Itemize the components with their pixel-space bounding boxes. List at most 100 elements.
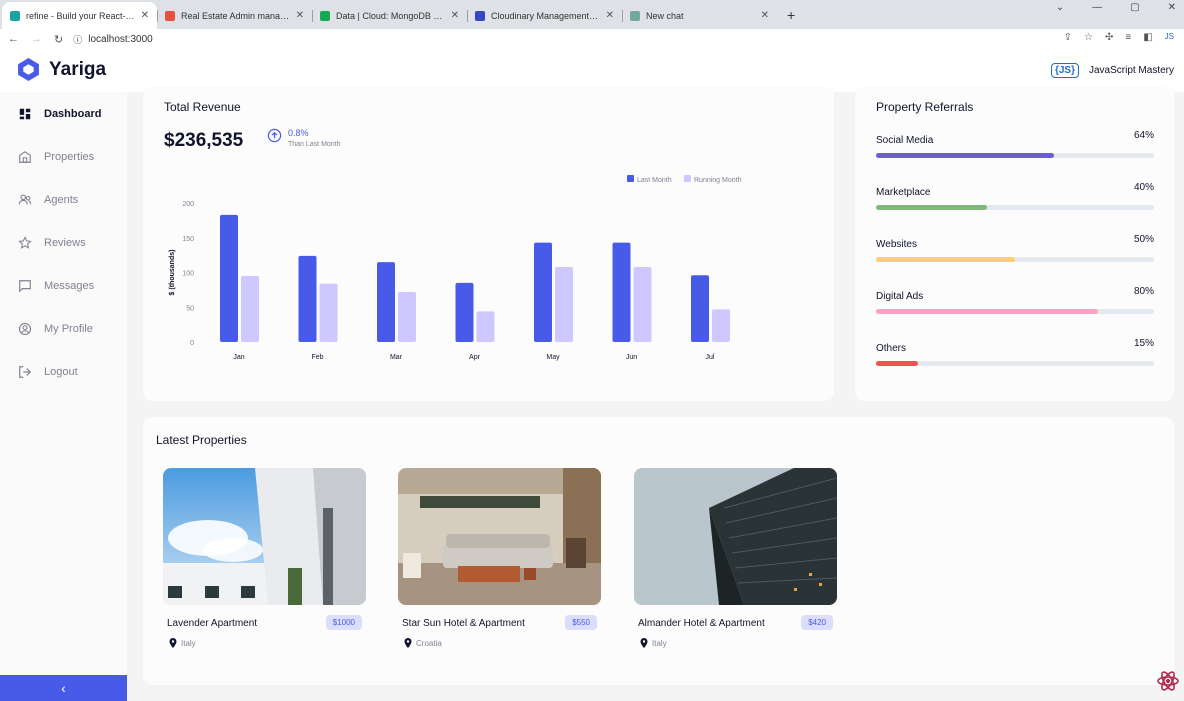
chevron-left-icon: ‹	[61, 680, 66, 696]
legend-swatch	[627, 175, 634, 182]
latest-properties-card: Latest Properties Lavender Apartment $10…	[143, 417, 1174, 685]
browser-tab[interactable]: Cloudinary Management Console ✕	[467, 2, 622, 29]
x-tick-label: Jan	[233, 354, 244, 361]
sidebar-item-label: My Profile	[44, 322, 93, 335]
property-location: Italy	[169, 638, 196, 648]
side-panel-icon[interactable]: ◧	[1143, 32, 1152, 43]
address-bar: ← → ↻ ⓘ localhost:3000 ⇪ ☆ ✣ ≡ ◧ JS	[0, 29, 1184, 49]
tab-close-icon[interactable]: ✕	[141, 10, 149, 21]
location-pin-icon	[169, 638, 177, 648]
browser-tab[interactable]: Data | Cloud: MongoDB Cloud ✕	[312, 2, 467, 29]
tab-title: refine - Build your React-based C	[26, 10, 135, 21]
share-icon[interactable]: ⇪	[1064, 32, 1072, 43]
logout-icon	[19, 365, 32, 378]
referral-percent: 64%	[1133, 130, 1154, 141]
bookmark-star-icon[interactable]: ☆	[1084, 32, 1093, 43]
sidebar: Dashboard Properties Agents Reviews Messages…	[0, 92, 127, 701]
x-tick-label: Jul	[706, 354, 715, 361]
y-tick-label: 50	[186, 305, 194, 312]
referral-row: Digital Ads 80%	[876, 286, 1154, 314]
sidebar-item-dashboard[interactable]: Dashboard	[0, 92, 127, 135]
react-devtools-icon[interactable]	[1156, 669, 1180, 693]
sidebar-item-reviews[interactable]: Reviews	[0, 221, 127, 264]
x-tick-label: Feb	[311, 354, 323, 361]
logout-label: Logout	[44, 365, 78, 378]
x-tick-label: May	[546, 354, 560, 361]
referral-percent: 40%	[1133, 182, 1154, 193]
referral-percent: 15%	[1133, 338, 1154, 349]
reading-list-icon[interactable]: ≡	[1125, 32, 1131, 43]
location-pin-icon	[640, 638, 648, 648]
close-window-icon[interactable]: ✕	[1168, 2, 1176, 13]
legend-label: Last Month	[637, 177, 672, 184]
url-field[interactable]: ⓘ localhost:3000	[73, 33, 153, 46]
tab-close-icon[interactable]: ✕	[606, 10, 614, 21]
url-text: localhost:3000	[88, 33, 153, 45]
bar-running-month	[476, 311, 495, 342]
bar-running-month	[241, 275, 259, 342]
bar-last-month	[298, 255, 317, 342]
property-card[interactable]: Star Sun Hotel & Apartment $550 Croatia	[398, 468, 601, 648]
referral-progress-fill	[876, 257, 1015, 262]
profile-icon	[18, 322, 32, 335]
window-controls: ⌄ — ▢ ✕	[1056, 2, 1176, 13]
bar-last-month	[377, 262, 395, 342]
property-location-text: Croatia	[416, 638, 442, 648]
logout-button[interactable]: Logout	[0, 350, 127, 393]
bar-last-month	[220, 214, 238, 342]
collapse-sidebar-button[interactable]: ‹	[0, 675, 127, 701]
x-tick-label: Apr	[469, 354, 481, 361]
bar-last-month	[612, 242, 631, 342]
property-card[interactable]: Almander Hotel & Apartment $420 Italy	[634, 468, 837, 648]
browser-tab[interactable]: New chat ✕	[622, 2, 777, 29]
sidebar-item-properties[interactable]: Properties	[0, 135, 127, 178]
tab-favicon-icon	[320, 10, 330, 21]
property-price-badge: $420	[801, 615, 833, 630]
property-name: Lavender Apartment	[167, 618, 258, 629]
property-price-badge: $1000	[325, 615, 362, 630]
sidebar-item-label: Messages	[44, 279, 95, 292]
sidebar-item-messages[interactable]: Messages	[0, 264, 127, 307]
sidebar-item-agents[interactable]: Agents	[0, 178, 127, 221]
user-profile[interactable]: {JS} JavaScript Mastery	[1050, 63, 1174, 78]
property-photo	[163, 468, 366, 605]
tab-favicon-icon	[10, 10, 20, 21]
new-tab-button[interactable]: +	[777, 2, 805, 29]
tab-title: Cloudinary Management Console	[491, 10, 600, 21]
reload-icon[interactable]: ↻	[54, 33, 63, 46]
bar-last-month	[534, 242, 552, 342]
browser-tab[interactable]: refine - Build your React-based C ✕	[2, 2, 157, 29]
y-tick-label: 150	[182, 236, 194, 243]
minimize-icon[interactable]: —	[1092, 2, 1102, 13]
property-name: Almander Hotel & Apartment	[638, 618, 765, 629]
profile-icon[interactable]: JS	[1165, 32, 1174, 43]
forward-icon[interactable]: →	[31, 33, 42, 46]
tab-close-icon[interactable]: ✕	[296, 10, 304, 21]
referral-percent: 50%	[1133, 234, 1154, 245]
back-icon[interactable]: ←	[8, 33, 19, 46]
site-info-icon[interactable]: ⓘ	[73, 33, 82, 46]
revenue-bar-chart: 0 50 100 150 200 $ (thousands) Jan Feb Mar Apr May…	[169, 175, 742, 361]
sidebar-item-my-profile[interactable]: My Profile	[0, 307, 127, 350]
tab-search-icon[interactable]: ⌄	[1056, 2, 1064, 13]
tab-close-icon[interactable]: ✕	[451, 10, 459, 21]
browser-tab-bar: refine - Build your React-based C✕Real E…	[0, 0, 1184, 29]
maximize-icon[interactable]: ▢	[1130, 2, 1139, 13]
bar-running-month	[398, 291, 416, 342]
legend-swatch	[684, 175, 691, 182]
referrals-title: Property Referrals	[876, 100, 974, 114]
referral-progress-fill	[876, 361, 918, 366]
tab-close-icon[interactable]: ✕	[761, 10, 769, 21]
property-card[interactable]: Lavender Apartment $1000 Italy	[163, 468, 366, 648]
referral-progress-track	[876, 257, 1154, 262]
extensions-icon[interactable]: ✣	[1105, 32, 1113, 43]
property-name: Star Sun Hotel & Apartment	[402, 618, 525, 629]
referral-label: Social Media	[876, 135, 934, 146]
referral-row: Marketplace 40%	[876, 182, 1154, 210]
bar-running-month	[319, 283, 338, 342]
y-tick-label: 0	[190, 340, 194, 347]
app-logo[interactable]: Yariga	[16, 57, 106, 82]
browser-tab[interactable]: Real Estate Admin management ✕	[157, 2, 312, 29]
bar-last-month	[691, 275, 709, 342]
sidebar-menu: Dashboard Properties Agents Reviews Messages…	[0, 92, 127, 350]
